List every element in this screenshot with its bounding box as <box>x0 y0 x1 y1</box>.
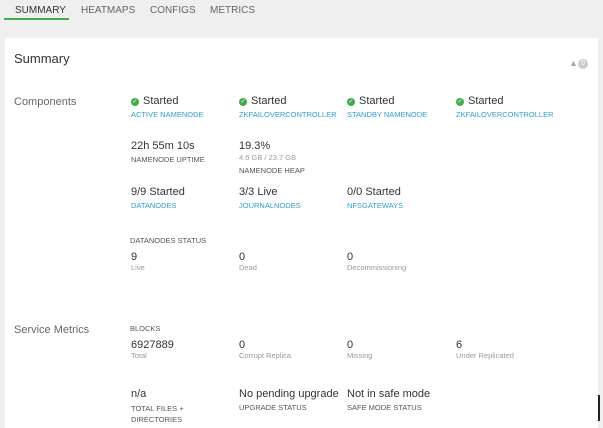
namenode-heap: 19.3% 4.6 GB / 23.7 GB NAMENODE HEAP <box>239 140 305 175</box>
component-link[interactable]: ACTIVE NAMENODE <box>131 110 204 119</box>
safe-mode-metric: Not in safe mode SAFE MODE STATUS <box>347 388 430 412</box>
metric-value: No pending upgrade <box>239 388 339 400</box>
slave-link[interactable]: DATANODES <box>131 201 185 210</box>
status-text: Started <box>143 95 179 107</box>
metric-label: UPGRADE STATUS <box>239 403 307 412</box>
block-stat: 6927889 Total <box>131 339 174 360</box>
slave-link[interactable]: NFSGATEWAYS <box>347 201 403 210</box>
stat-label: Dead <box>239 263 257 272</box>
page-title: Summary <box>14 51 70 66</box>
tab-heatmaps[interactable]: HEATMAPS <box>79 5 137 16</box>
block-stat: 0 Corrupt Replica <box>239 339 291 360</box>
component-link[interactable]: ZKFAILOVERCONTROLLER <box>239 110 337 119</box>
metric-label: TOTAL FILES + DIRECTORIES <box>131 404 184 424</box>
uptime-label: NAMENODE UPTIME <box>131 155 205 164</box>
alerts-button[interactable]: ▲ 0 <box>569 53 588 71</box>
stat-label: Corrupt Replica <box>239 351 292 360</box>
check-circle-icon: ✓ <box>239 98 247 106</box>
check-circle-icon: ✓ <box>347 98 355 106</box>
master-component: ✓ Started ZKFAILOVERCONTROLLER <box>239 95 337 119</box>
slave-value: 0/0 Started <box>347 186 401 198</box>
stat-value: 6927889 <box>131 339 174 351</box>
metric-label: SAFE MODE STATUS <box>347 403 422 412</box>
components-label: Components <box>14 96 77 108</box>
upgrade-status-metric: No pending upgrade UPGRADE STATUS <box>239 388 339 412</box>
datanode-stat: 9 Live <box>131 251 145 272</box>
stat-label: Total <box>131 351 147 360</box>
stat-value: 9 <box>131 251 138 263</box>
heap-detail: 4.6 GB / 23.7 GB <box>239 153 297 162</box>
datanode-stat: 0 Dead <box>239 251 257 272</box>
summary-panel: Summary ▲ 0 Components ✓ Started ACTIVE NAM… <box>5 38 598 428</box>
slave-component: 3/3 Live JOURNALNODES <box>239 186 301 210</box>
status-text: Started <box>468 95 504 107</box>
master-component: ✓ Started STANDBY NAMENODE <box>347 95 427 119</box>
uptime-value: 22h 55m 10s <box>131 140 195 152</box>
tab-configs[interactable]: CONFIGS <box>148 5 198 16</box>
slave-link[interactable]: JOURNALNODES <box>239 201 301 210</box>
slave-component: 0/0 Started NFSGATEWAYS <box>347 186 403 210</box>
stat-label: Missing <box>347 351 373 360</box>
check-circle-icon: ✓ <box>131 98 139 106</box>
component-link[interactable]: STANDBY NAMENODE <box>347 110 427 119</box>
alerts-count-badge: 0 <box>577 59 588 69</box>
service-metrics-label: Service Metrics <box>14 324 90 336</box>
datanode-stat: 0 Decommissioning <box>347 251 406 272</box>
active-tab-indicator <box>4 18 69 20</box>
stat-value: 0 <box>347 339 354 351</box>
blocks-heading: BLOCKS <box>130 324 161 333</box>
datanodes-status-heading: DATANODES STATUS <box>130 236 207 245</box>
stat-value: 0 <box>239 251 246 263</box>
tab-summary[interactable]: SUMMARY <box>13 5 68 16</box>
slave-value: 9/9 Started <box>131 186 185 198</box>
slave-value: 3/3 Live <box>239 186 278 198</box>
status-text: Started <box>359 95 395 107</box>
stat-label: Under Replicated <box>456 351 514 360</box>
tab-metrics[interactable]: METRICS <box>208 5 257 16</box>
master-component: ✓ Started ZKFAILOVERCONTROLLER <box>456 95 554 119</box>
status-text: Started <box>251 95 287 107</box>
check-circle-icon: ✓ <box>456 98 464 106</box>
stat-value: 0 <box>347 251 354 263</box>
component-link[interactable]: ZKFAILOVERCONTROLLER <box>456 110 554 119</box>
block-stat: 6 Under Replicated <box>456 339 514 360</box>
scrollbar[interactable] <box>598 395 600 421</box>
slave-component: 9/9 Started DATANODES <box>131 186 185 210</box>
namenode-uptime: 22h 55m 10s NAMENODE UPTIME <box>131 140 205 164</box>
stat-label: Decommissioning <box>347 263 407 272</box>
stat-label: Live <box>131 263 145 272</box>
stat-value: 6 <box>456 339 463 351</box>
heap-value: 19.3% <box>239 140 271 152</box>
metric-value: n/a <box>131 388 147 400</box>
block-stat: 0 Missing <box>347 339 372 360</box>
metric-value: Not in safe mode <box>347 388 431 400</box>
heap-label: NAMENODE HEAP <box>239 166 305 175</box>
bell-icon: ▲ <box>569 58 578 68</box>
master-component: ✓ Started ACTIVE NAMENODE <box>131 95 204 119</box>
total-files-metric: n/a TOTAL FILES + DIRECTORIES <box>131 388 201 425</box>
stat-value: 0 <box>239 339 246 351</box>
